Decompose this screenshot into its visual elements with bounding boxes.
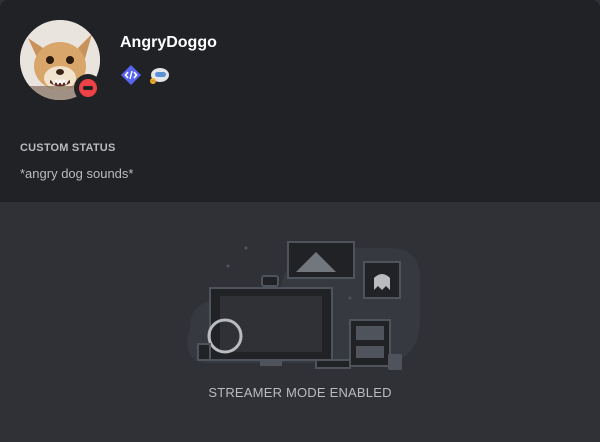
badge-list (120, 64, 170, 86)
custom-status-text: *angry dog sounds* (20, 166, 134, 181)
dnd-icon (79, 79, 97, 97)
avatar-container[interactable] (20, 20, 102, 102)
dnd-status-indicator (74, 74, 102, 102)
streamer-mode-label: STREAMER MODE ENABLED (208, 385, 392, 400)
user-profile-popout: AngryDoggo CUSTOM STATUS *angry dog soun… (0, 0, 600, 442)
developer-code-icon[interactable] (120, 64, 142, 86)
nitro-badge-icon[interactable] (148, 64, 170, 86)
profile-header: AngryDoggo CUSTOM STATUS *angry dog soun… (0, 0, 600, 202)
streamer-mode-illustration (187, 241, 420, 370)
username: AngryDoggo (120, 34, 217, 51)
custom-status-heading: CUSTOM STATUS (20, 142, 116, 154)
